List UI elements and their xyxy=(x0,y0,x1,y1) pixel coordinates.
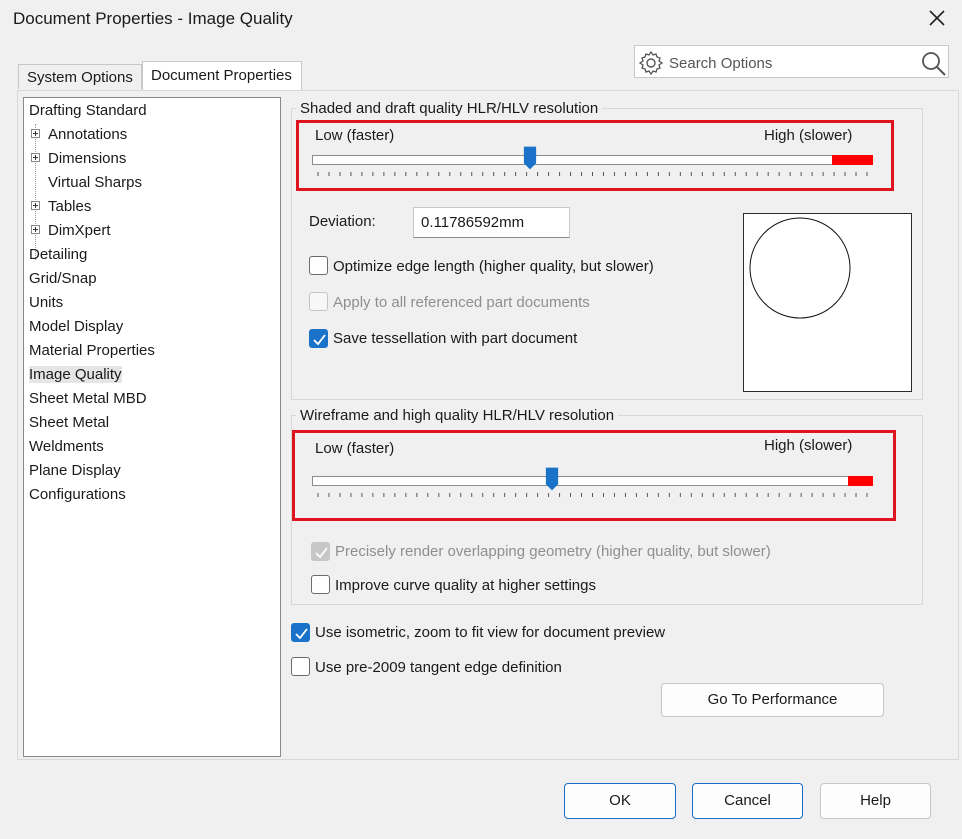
tab-document-properties[interactable]: Document Properties xyxy=(142,61,302,91)
optimize-edge-label: Optimize edge length (higher quality, bu… xyxy=(333,258,654,275)
tree-item-sheet-metal[interactable]: Sheet Metal xyxy=(29,412,109,434)
tree-connector xyxy=(35,124,37,260)
deviation-value: 0.11786592mm xyxy=(421,214,525,231)
expand-icon[interactable] xyxy=(31,129,40,138)
shaded-slider-track[interactable] xyxy=(312,155,873,165)
isometric-checkbox[interactable] xyxy=(291,623,310,642)
expand-icon[interactable] xyxy=(31,225,40,234)
improve-curve-label: Improve curve quality at higher settings xyxy=(335,577,596,594)
search-box[interactable]: Search Options xyxy=(634,45,949,78)
tab-system-options[interactable]: System Options xyxy=(18,64,142,89)
deviation-label: Deviation: xyxy=(309,213,376,230)
window-title: Document Properties - Image Quality xyxy=(13,9,293,28)
tree-item-configurations[interactable]: Configurations xyxy=(29,484,126,506)
check-icon xyxy=(313,334,326,346)
tab-label: Document Properties xyxy=(151,67,292,84)
apply-referenced-label: Apply to all referenced part documents xyxy=(333,294,590,311)
tree-item-drafting-standard[interactable]: Drafting Standard xyxy=(29,100,147,122)
deviation-field[interactable]: 0.11786592mm xyxy=(413,207,570,238)
tree-item-dimxpert[interactable]: DimXpert xyxy=(48,220,111,242)
tree-item-virtual-sharps[interactable]: Virtual Sharps xyxy=(48,172,142,194)
improve-curve-checkbox[interactable] xyxy=(311,575,330,594)
search-icon[interactable] xyxy=(921,51,947,77)
tree-item-image-quality[interactable]: Image Quality xyxy=(29,364,122,386)
gear-icon xyxy=(638,50,664,76)
tree-item-detailing[interactable]: Detailing xyxy=(29,244,87,266)
check-icon xyxy=(295,628,308,640)
wireframe-slider-thumb[interactable] xyxy=(545,466,559,492)
close-button[interactable] xyxy=(925,6,949,30)
precise-render-checkbox[interactable] xyxy=(311,542,330,561)
shaded-slider-thumb[interactable] xyxy=(523,145,537,171)
save-tessellation-checkbox[interactable] xyxy=(309,329,328,348)
go-to-performance-button[interactable]: Go To Performance xyxy=(661,683,884,717)
tree-item-grid-snap[interactable]: Grid/Snap xyxy=(29,268,97,290)
tree-item-weldments[interactable]: Weldments xyxy=(29,436,104,458)
shaded-low-label: Low (faster) xyxy=(315,127,395,144)
expand-icon[interactable] xyxy=(31,153,40,162)
search-input[interactable]: Search Options xyxy=(669,55,772,72)
wireframe-slider-track[interactable] xyxy=(312,476,873,486)
check-icon xyxy=(315,547,328,559)
tree-item-model-display[interactable]: Model Display xyxy=(29,316,123,338)
cancel-button[interactable]: Cancel xyxy=(692,783,803,819)
close-icon xyxy=(929,10,945,26)
wireframe-group-label: Wireframe and high quality HLR/HLV resol… xyxy=(296,407,619,424)
shaded-high-label: High (slower) xyxy=(764,127,853,144)
save-tessellation-label: Save tessellation with part document xyxy=(333,330,578,347)
tree-item-plane-display[interactable]: Plane Display xyxy=(29,460,121,482)
wireframe-slider-ticks xyxy=(317,493,868,497)
tree-item-sheet-metal-mbd[interactable]: Sheet Metal MBD xyxy=(29,388,147,410)
precise-render-label: Precisely render overlapping geometry (h… xyxy=(335,543,771,560)
shaded-slider-ticks xyxy=(317,172,868,176)
isometric-label: Use isometric, zoom to fit view for docu… xyxy=(315,624,666,641)
preview-circle xyxy=(749,217,851,319)
shaded-group-label: Shaded and draft quality HLR/HLV resolut… xyxy=(296,100,603,117)
wireframe-slider-high-zone xyxy=(848,476,873,486)
shaded-slider-high-zone xyxy=(832,155,873,165)
ok-button[interactable]: OK xyxy=(564,783,676,819)
expand-icon[interactable] xyxy=(31,201,40,210)
options-tree: Drafting Standard Annotations Dimensions… xyxy=(23,97,281,757)
tree-item-material-properties[interactable]: Material Properties xyxy=(29,340,155,362)
tab-label: System Options xyxy=(27,69,133,86)
apply-referenced-checkbox[interactable] xyxy=(309,292,328,311)
preview-box xyxy=(743,213,912,392)
help-button[interactable]: Help xyxy=(820,783,931,819)
tree-item-annotations[interactable]: Annotations xyxy=(48,124,127,146)
pre2009-label: Use pre-2009 tangent edge definition xyxy=(315,659,562,676)
wireframe-low-label: Low (faster) xyxy=(315,440,395,457)
tree-item-dimensions[interactable]: Dimensions xyxy=(48,148,126,170)
tree-item-tables[interactable]: Tables xyxy=(48,196,91,218)
wireframe-high-label: High (slower) xyxy=(764,437,853,454)
pre2009-checkbox[interactable] xyxy=(291,657,310,676)
tree-item-units[interactable]: Units xyxy=(29,292,63,314)
optimize-edge-checkbox[interactable] xyxy=(309,256,328,275)
